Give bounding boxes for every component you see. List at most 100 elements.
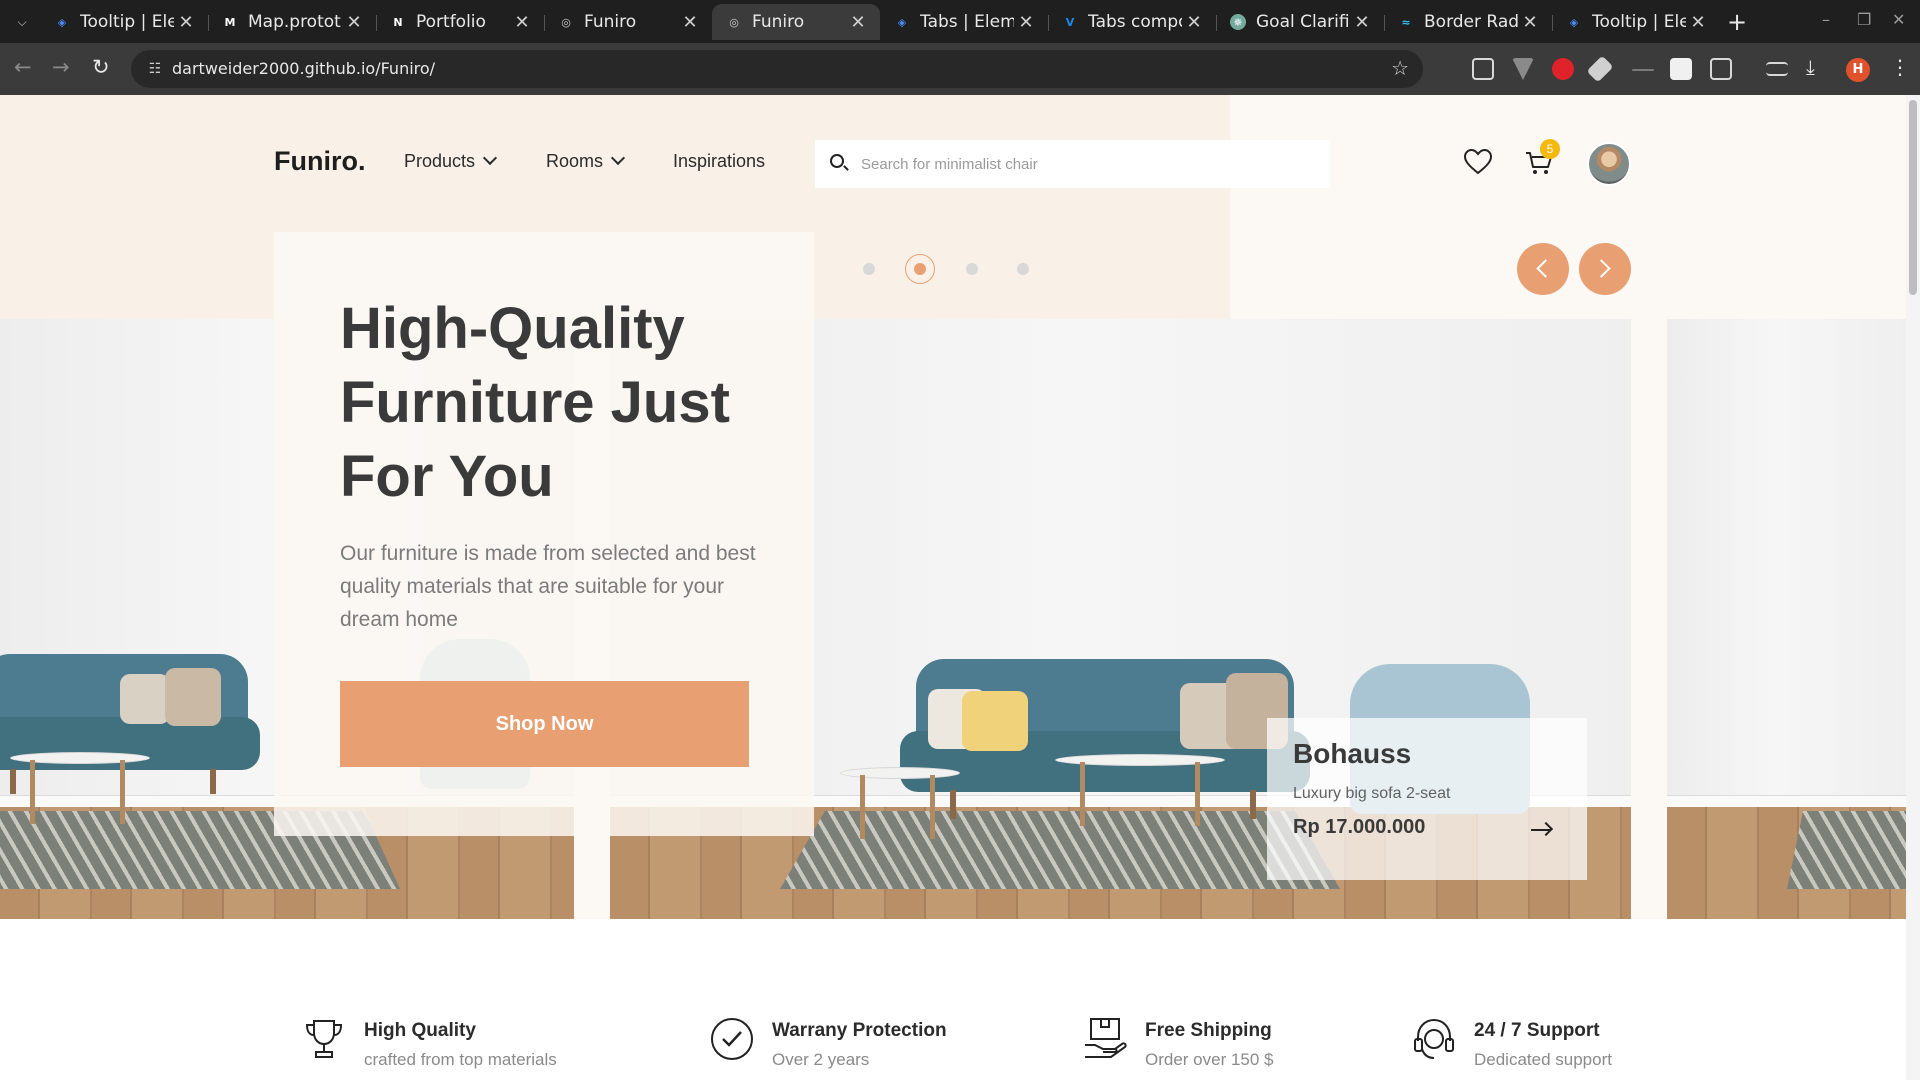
product-price: Rp 17.000.000 (1293, 816, 1426, 838)
close-icon[interactable]: ✕ (1014, 12, 1038, 33)
product-name: Bohauss (1293, 738, 1412, 769)
tab-tabs-element[interactable]: ◈ Tabs | Eleme ✕ (880, 4, 1048, 40)
check-badge-icon (711, 1018, 753, 1060)
hero-title: High-Quality Furniture Just For You (340, 296, 730, 509)
support-headset-icon (1414, 1018, 1454, 1059)
feature-title: 24 / 7 Support (1474, 1020, 1600, 1041)
feature-subtitle: Dedicated support (1474, 1050, 1612, 1069)
scrollbar-thumb[interactable] (1909, 100, 1917, 295)
shipping-box-icon (1085, 1018, 1127, 1058)
tab-border-radius[interactable]: ≈ Border Radi ✕ (1384, 4, 1552, 40)
url-text[interactable]: dartweider2000.github.io/Funiro/ (172, 59, 435, 78)
close-icon[interactable]: ✕ (342, 12, 366, 33)
page-viewport: Funiro. Products Rooms Inspirations 5 Hi… (0, 95, 1906, 1080)
chevron-right-icon (1592, 259, 1611, 278)
slider-prev-button[interactable] (1517, 243, 1569, 295)
search-input[interactable] (861, 151, 1311, 177)
product-card[interactable]: Bohauss Luxury big sofa 2-seat Rp 17.000… (1267, 718, 1587, 880)
address-bar[interactable]: ☷ dartweider2000.github.io/Funiro/ ☆ (131, 50, 1423, 88)
feature-title: Warrany Protection (772, 1020, 947, 1041)
side-table-image (840, 767, 960, 847)
tab-map-prototype[interactable]: M Map.protot ✕ (208, 4, 376, 40)
close-window-icon[interactable]: ✕ (1892, 10, 1905, 29)
more-menu-icon[interactable]: ⋮ (1890, 55, 1910, 79)
arrow-right-icon[interactable] (1531, 829, 1551, 831)
nav-rooms[interactable]: Rooms (546, 150, 626, 172)
back-icon[interactable]: ← (14, 55, 32, 79)
tab-funiro-1[interactable]: ◎ Funiro ✕ (544, 4, 712, 40)
red-extension-icon[interactable] (1552, 58, 1574, 80)
chevron-left-icon (1536, 259, 1555, 278)
coffee-table-image (10, 752, 150, 832)
restore-icon[interactable]: ❐ (1857, 10, 1871, 29)
close-icon[interactable]: ✕ (1686, 12, 1710, 33)
slider-dot-1[interactable] (863, 263, 875, 275)
site-info-icon[interactable]: ☷ (145, 59, 165, 79)
slider-next-button[interactable] (1579, 243, 1631, 295)
reload-icon[interactable]: ↻ (92, 55, 110, 79)
nav-products[interactable]: Products (404, 150, 498, 172)
feature-subtitle: crafted from top materials (364, 1050, 557, 1069)
tab-portfolio[interactable]: N Portfolio ✕ (376, 4, 544, 40)
element-icon: ◈ (897, 15, 907, 29)
notion-extension-icon[interactable] (1472, 58, 1494, 80)
search-icon[interactable] (830, 154, 844, 168)
trophy-icon (305, 1020, 343, 1058)
chevron-down-icon (610, 150, 626, 166)
ruler-extension-icon[interactable] (1632, 69, 1654, 71)
tab-tooltip-1[interactable]: ◈ Tooltip | Ele ✕ (40, 4, 208, 40)
extensions-puzzle-icon[interactable] (1710, 58, 1732, 80)
rug (1787, 811, 1906, 889)
tab-goal-clarification[interactable]: ✵ Goal Clarific ✕ (1216, 4, 1384, 40)
n-icon: N (393, 15, 403, 29)
element-icon: ◈ (57, 15, 67, 29)
new-tab-button[interactable]: + (1727, 8, 1747, 36)
nav-inspirations[interactable]: Inspirations (673, 151, 765, 172)
bookmark-star-icon[interactable]: ☆ (1391, 56, 1409, 80)
box-extension-icon[interactable] (1670, 58, 1692, 80)
close-icon[interactable]: ✕ (678, 12, 702, 33)
chatgpt-icon: ✵ (1230, 14, 1246, 30)
globe-icon: ◎ (561, 15, 571, 29)
close-icon[interactable]: ✕ (174, 12, 198, 33)
minimize-icon[interactable]: – (1822, 10, 1830, 29)
hero-card: High-Quality Furniture Just For You Our … (274, 232, 814, 836)
hero-slide-next (1667, 319, 1906, 919)
tab-funiro-active[interactable]: ◎ Funiro ✕ (712, 4, 880, 40)
product-description: Luxury big sofa 2-seat (1293, 785, 1451, 802)
feature-subtitle: Order over 150 $ (1145, 1050, 1274, 1069)
user-avatar[interactable] (1587, 142, 1631, 186)
close-icon[interactable]: ✕ (1350, 12, 1374, 33)
tailwind-icon: ≈ (1401, 15, 1411, 29)
slider-dot-4[interactable] (1017, 263, 1029, 275)
slider-dot-3[interactable] (966, 263, 978, 275)
profile-avatar[interactable]: H (1846, 58, 1870, 82)
close-icon[interactable]: ✕ (1518, 12, 1542, 33)
tab-search-chevron-icon[interactable]: ⌵ (10, 11, 34, 33)
close-icon[interactable]: ✕ (846, 12, 870, 33)
vue-devtools-icon[interactable] (1512, 58, 1534, 80)
tab-tooltip-2[interactable]: ◈ Tooltip | Ele ✕ (1552, 4, 1720, 40)
feature-subtitle: Over 2 years (772, 1050, 870, 1069)
coffee-table-image (1055, 754, 1225, 834)
element-icon: ◈ (1569, 15, 1579, 29)
pen-extension-icon[interactable] (1586, 55, 1614, 83)
site-logo[interactable]: Funiro. (274, 146, 365, 177)
download-icon[interactable]: ⤓ (1806, 55, 1815, 79)
heart-icon[interactable] (1464, 149, 1492, 175)
m-icon: M (224, 15, 236, 29)
forward-icon[interactable]: → (52, 55, 70, 79)
close-icon[interactable]: ✕ (510, 12, 534, 33)
vuetify-icon: V (1065, 15, 1075, 29)
feature-title: High Quality (364, 1020, 476, 1041)
reading-list-icon[interactable] (1766, 62, 1788, 76)
tab-strip: ⌵ ◈ Tooltip | Ele ✕ M Map.protot ✕ N Por… (0, 0, 1920, 43)
chevron-down-icon (482, 150, 498, 166)
hero-description: Our furniture is made from selected and … (340, 542, 756, 631)
shop-now-button[interactable]: Shop Now (340, 681, 749, 767)
close-icon[interactable]: ✕ (1182, 12, 1206, 33)
slider-dot-2-core (914, 263, 926, 275)
cart-count-badge: 5 (1540, 139, 1560, 159)
tab-tabs-component[interactable]: V Tabs compo ✕ (1048, 4, 1216, 40)
header-background-right (1230, 95, 1906, 319)
